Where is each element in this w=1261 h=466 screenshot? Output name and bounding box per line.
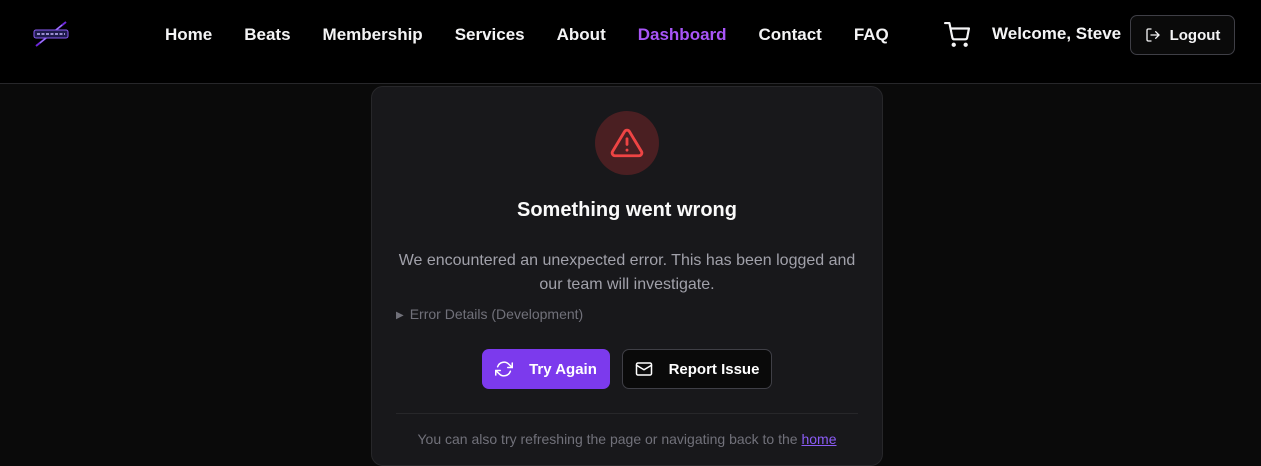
welcome-text: Welcome, Steve [992,24,1122,43]
refresh-icon [495,361,514,377]
error-details-toggle[interactable]: ▶ Error Details (Development) [396,306,583,322]
footer-note: You can also try refreshing the page or … [372,431,882,447]
footer-note-text: You can also try refreshing the page or … [417,431,798,447]
nav-link-home[interactable]: Home [165,25,212,45]
home-link[interactable]: home [801,431,836,447]
try-again-button[interactable]: Try Again [482,349,610,389]
logout-icon [1145,28,1160,42]
error-details-label: Error Details (Development) [409,306,584,322]
nav-link-services[interactable]: Services [455,25,525,45]
main-nav: Home Beats Membership Services About Das… [165,0,921,70]
divider [396,413,858,414]
nav-link-about[interactable]: About [557,25,606,45]
nav-link-contact[interactable]: Contact [759,25,822,45]
disclosure-triangle-icon: ▶ [396,310,404,321]
nav-link-faq[interactable]: FAQ [854,25,889,45]
error-message: We encountered an unexpected error. This… [398,252,856,293]
logout-button[interactable]: Logout [1130,15,1235,55]
error-title: Something went wrong [517,199,737,221]
warning-icon-badge [595,111,659,175]
report-issue-label: Report Issue [668,360,760,378]
nav-link-membership[interactable]: Membership [323,25,423,45]
nav-link-dashboard[interactable]: Dashboard [638,25,727,45]
top-navbar: Home Beats Membership Services About Das… [0,0,1261,84]
warning-triangle-icon [610,128,644,158]
shopping-cart-icon[interactable] [944,22,970,48]
brand-logo[interactable] [30,19,72,49]
mail-icon [635,362,652,376]
nav-link-beats[interactable]: Beats [244,25,290,45]
logout-label: Logout [1169,26,1221,44]
try-again-label: Try Again [529,360,597,378]
report-issue-button[interactable]: Report Issue [622,349,772,389]
error-card: Something went wrong We encountered an u… [371,86,883,466]
